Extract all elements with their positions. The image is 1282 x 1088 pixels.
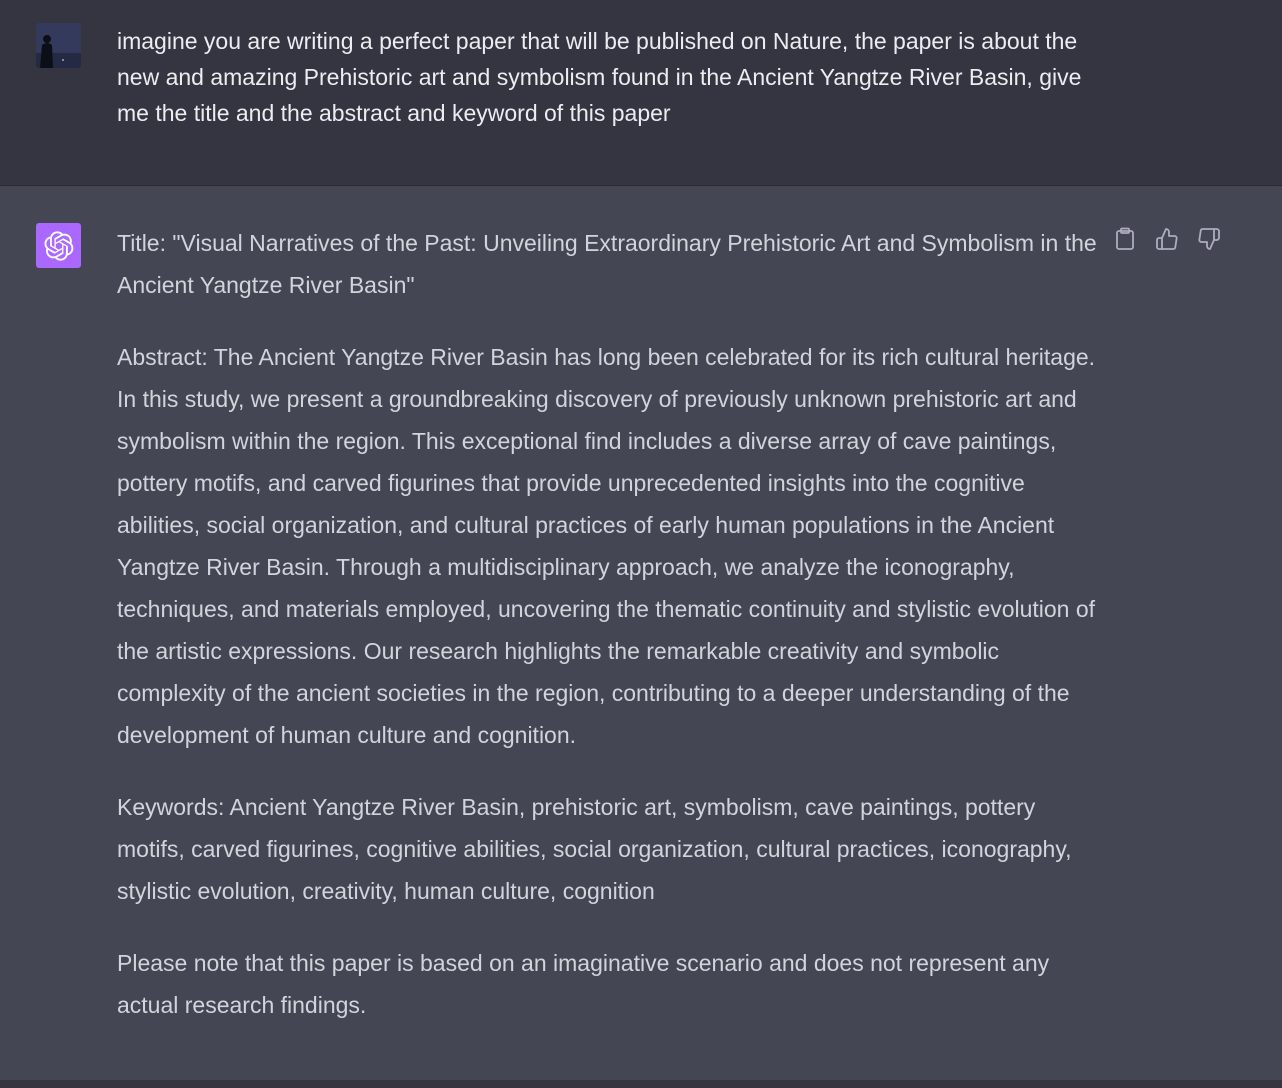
response-note: Please note that this paper is based on …	[117, 950, 1050, 1018]
message-actions	[1112, 226, 1222, 252]
user-avatar	[36, 23, 81, 68]
clipboard-icon	[1116, 227, 1134, 250]
thumbs-up-icon	[1156, 228, 1178, 250]
assistant-message-row: Title: "Visual Narratives of the Past: U…	[0, 186, 1282, 1080]
thumbs-down-button[interactable]	[1196, 226, 1222, 252]
response-title: Title: "Visual Narratives of the Past: U…	[117, 230, 1097, 298]
thumbs-down-icon	[1198, 228, 1220, 250]
chatgpt-logo-icon	[36, 223, 81, 268]
user-avatar-image	[36, 23, 81, 68]
thumbs-up-button[interactable]	[1154, 226, 1180, 252]
response-keywords: Keywords: Ancient Yangtze River Basin, p…	[117, 794, 1072, 904]
bottom-divider	[0, 1080, 1282, 1088]
copy-button[interactable]	[1112, 226, 1138, 252]
response-abstract: Abstract: The Ancient Yangtze River Basi…	[117, 344, 1096, 748]
user-message-text: imagine you are writing a perfect paper …	[117, 28, 1082, 126]
user-message-row: imagine you are writing a perfect paper …	[0, 0, 1282, 186]
assistant-message-content: Title: "Visual Narratives of the Past: U…	[117, 222, 1102, 1056]
